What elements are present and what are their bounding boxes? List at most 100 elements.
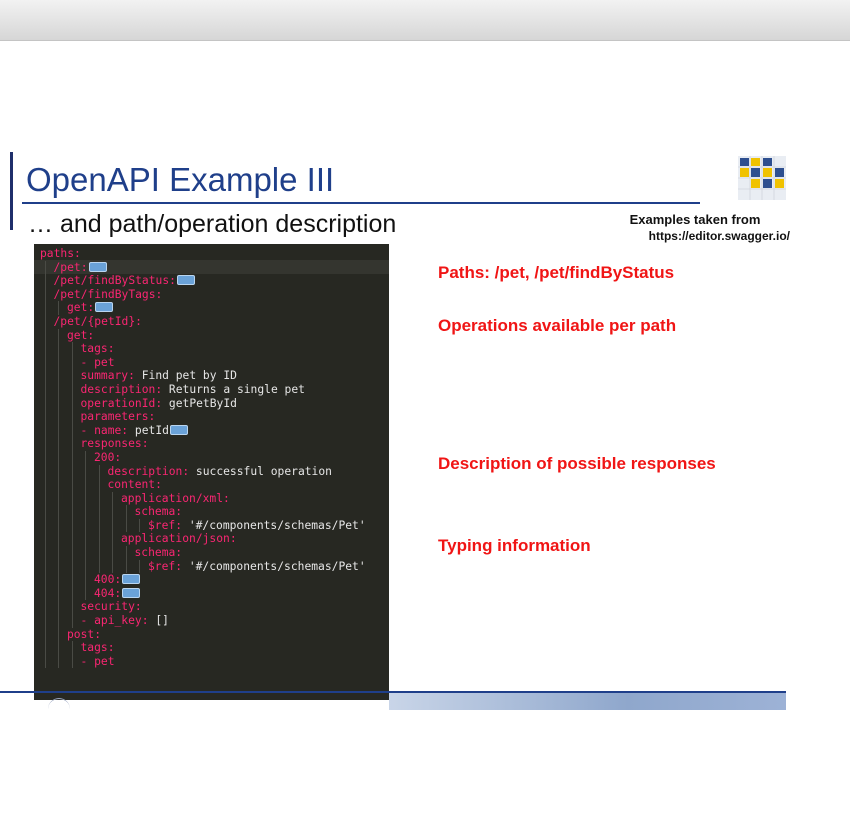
indent-guide xyxy=(112,559,113,574)
yaml-value: '#/components/schemas/Pet' xyxy=(182,559,366,573)
indent-guide xyxy=(58,301,59,315)
window-top-bar xyxy=(0,0,850,41)
indent-guide xyxy=(44,505,46,519)
indent-guide xyxy=(71,641,73,655)
indent-guide xyxy=(58,614,59,628)
indent-guide xyxy=(71,586,73,601)
indent-guide xyxy=(139,559,140,574)
yaml-key: parameters: xyxy=(80,410,156,424)
indent-guide xyxy=(98,559,100,574)
indent-guide xyxy=(58,328,59,343)
yaml-key: schema: xyxy=(134,505,183,519)
indent-guide xyxy=(98,464,100,479)
indent-guide xyxy=(98,505,100,519)
indent-guide xyxy=(98,518,100,533)
yaml-key: /pet/{petId}: xyxy=(53,314,142,328)
indent-guide xyxy=(71,532,73,547)
yaml-value: [] xyxy=(148,614,169,628)
fold-expand-icon[interactable] xyxy=(88,261,107,272)
indent-guide xyxy=(71,342,73,356)
note-responses: Description of possible responses xyxy=(438,454,716,473)
code-line: description: Returns a single pet xyxy=(40,382,366,397)
indent-guide xyxy=(112,518,113,533)
code-line: parameters: xyxy=(40,410,366,424)
indent-guide xyxy=(71,559,73,574)
indent-guide xyxy=(98,532,100,547)
yaml-key: tags: xyxy=(80,342,115,356)
yaml-key: 400: xyxy=(94,573,122,587)
indent-guide xyxy=(44,437,46,451)
code-line: tags: xyxy=(40,342,366,356)
yaml-key: get: xyxy=(67,328,95,342)
indent-guide xyxy=(44,627,46,642)
indent-guide xyxy=(58,654,59,669)
note-operations: Operations available per path xyxy=(438,316,677,335)
indent-guide xyxy=(44,369,46,383)
indent-guide xyxy=(71,491,73,506)
indent-guide xyxy=(44,328,46,343)
code-line: responses: xyxy=(40,437,366,451)
code-line: 200: xyxy=(40,450,366,465)
fold-expand-icon[interactable] xyxy=(122,574,141,585)
code-line: schema: xyxy=(40,546,366,560)
indent-guide xyxy=(44,546,46,560)
indent-guide xyxy=(58,342,59,356)
indent-guide xyxy=(71,396,73,411)
yaml-key: application/xml: xyxy=(121,491,230,505)
code-line: /pet/findByTags: xyxy=(40,287,366,302)
indent-guide xyxy=(71,654,73,669)
indent-guide xyxy=(71,505,73,519)
source-url: https://editor.swagger.io/ xyxy=(648,229,790,243)
indent-guide xyxy=(44,301,46,315)
indent-guide xyxy=(58,600,59,615)
indent-guide xyxy=(44,342,46,356)
fold-expand-icon[interactable] xyxy=(169,424,188,435)
fold-expand-icon[interactable] xyxy=(95,302,114,313)
fold-expand-icon[interactable] xyxy=(176,275,195,286)
indent-guide xyxy=(85,505,86,519)
indent-guide xyxy=(44,382,46,397)
note-paths: Paths: /pet, /pet/findByStatus xyxy=(438,263,675,282)
yaml-key: description: xyxy=(80,382,163,396)
indent-guide xyxy=(71,573,73,587)
indent-guide xyxy=(85,573,86,587)
indent-guide xyxy=(44,614,46,628)
title-underline xyxy=(22,202,700,204)
indent-guide xyxy=(58,369,59,383)
fold-expand-icon[interactable] xyxy=(122,587,141,598)
indent-guide xyxy=(85,518,86,533)
indent-guide xyxy=(85,586,86,601)
code-line: - pet xyxy=(40,654,366,669)
indent-guide xyxy=(98,491,100,506)
code-line: operationId: getPetById xyxy=(40,396,366,411)
code-line: 400: xyxy=(40,573,366,587)
indent-guide xyxy=(71,464,73,479)
indent-guide xyxy=(44,355,46,370)
indent-guide xyxy=(71,546,73,560)
indent-guide xyxy=(58,382,59,397)
yaml-key: get: xyxy=(67,301,95,315)
code-line: content: xyxy=(40,478,366,492)
indent-guide xyxy=(71,410,73,424)
yaml-key: schema: xyxy=(134,546,183,560)
indent-guide xyxy=(58,355,59,370)
yaml-value: getPetById xyxy=(162,396,237,410)
indent-guide xyxy=(44,396,46,411)
code-line: /pet: xyxy=(40,260,366,275)
yaml-code-editor[interactable]: paths:/pet:/pet/findByStatus:/pet/findBy… xyxy=(34,244,389,700)
indent-guide xyxy=(44,287,46,302)
indent-guide xyxy=(44,260,46,275)
indent-guide xyxy=(98,478,100,492)
yaml-key: 404: xyxy=(94,586,122,600)
yaml-key: security: xyxy=(80,600,142,614)
yaml-key: summary: xyxy=(80,369,135,383)
code-line: 404: xyxy=(40,586,366,601)
code-line: get: xyxy=(40,328,366,343)
yaml-key: - pet xyxy=(80,355,115,369)
yaml-key: $ref: xyxy=(148,559,183,573)
yaml-key: $ref: xyxy=(148,518,183,532)
indent-guide xyxy=(85,450,86,465)
indent-guide xyxy=(44,532,46,547)
indent-guide xyxy=(58,573,59,587)
indent-guide xyxy=(98,546,100,560)
